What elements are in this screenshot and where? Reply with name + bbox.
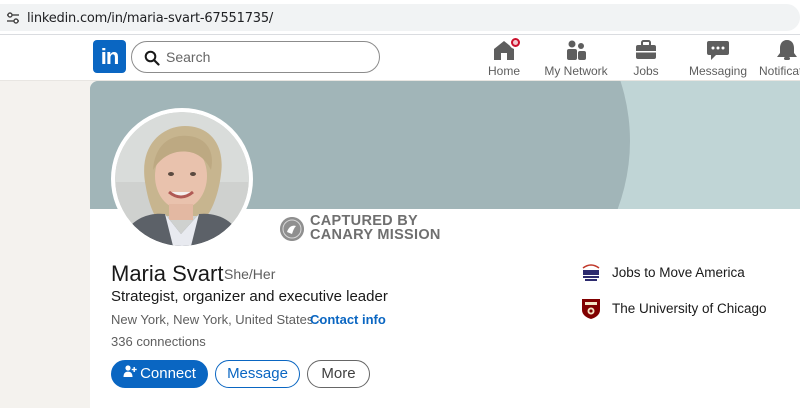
site-settings-icon[interactable] <box>6 11 20 25</box>
nav-my-network-label: My Network <box>544 64 608 78</box>
connections-number: 336 <box>111 334 133 349</box>
profile-headline: Strategist, organizer and executive lead… <box>111 288 388 305</box>
location-text: New York, New York, United States <box>111 312 314 327</box>
university-of-chicago-logo <box>582 299 600 319</box>
more-button[interactable]: More <box>307 360 370 388</box>
linkedin-navbar: in Home My Network <box>0 35 800 81</box>
message-button[interactable]: Message <box>215 360 300 388</box>
profile-photo[interactable] <box>111 108 253 250</box>
contact-info-link[interactable]: Contact info <box>310 312 386 327</box>
connections-label: connections <box>136 334 206 349</box>
search-box[interactable] <box>131 41 380 73</box>
nav-my-network[interactable]: My Network <box>544 39 608 79</box>
notification-badge <box>509 36 522 49</box>
canary-seal-icon <box>280 217 304 241</box>
nav-messaging[interactable]: Messaging <box>688 39 748 79</box>
profile-pronouns: She/Her <box>224 266 276 282</box>
nav-notifications-label: Notifications <box>759 64 800 78</box>
nav-notifications[interactable]: Notifications <box>759 39 800 79</box>
org-name: Jobs to Move America <box>612 265 745 280</box>
watermark-line1: CAPTURED BY <box>310 213 419 229</box>
profile-name: Maria Svart <box>111 261 224 286</box>
search-input[interactable] <box>166 47 366 67</box>
jobs-to-move-america-logo <box>581 262 601 284</box>
bell-icon <box>777 40 797 60</box>
search-icon <box>144 50 160 66</box>
messaging-icon <box>707 41 729 60</box>
url-text: linkedin.com/in/maria-svart-67551735/ <box>27 11 274 26</box>
browser-address-bar: linkedin.com/in/maria-svart-67551735/ <box>0 0 800 35</box>
url-field[interactable]: linkedin.com/in/maria-svart-67551735/ <box>0 4 800 31</box>
profile-photo-image <box>115 112 249 246</box>
watermark-line2: CANARY MISSION <box>310 227 441 243</box>
nav-messaging-label: Messaging <box>688 64 748 78</box>
connect-button-label: Connect <box>140 365 196 382</box>
profile-location: New York, New York, United States · <box>111 312 321 327</box>
linkedin-logo[interactable]: in <box>93 40 126 73</box>
connections-count[interactable]: 336 connections <box>111 334 206 349</box>
network-icon <box>567 40 586 60</box>
org-name: The University of Chicago <box>612 301 767 316</box>
nav-home[interactable]: Home <box>480 36 528 79</box>
nav-jobs[interactable]: Jobs <box>624 39 668 79</box>
add-person-icon <box>123 365 137 378</box>
connect-button[interactable]: Connect <box>111 360 208 388</box>
briefcase-icon <box>636 40 656 59</box>
nav-jobs-label: Jobs <box>633 64 659 78</box>
nav-home-label: Home <box>487 64 520 78</box>
